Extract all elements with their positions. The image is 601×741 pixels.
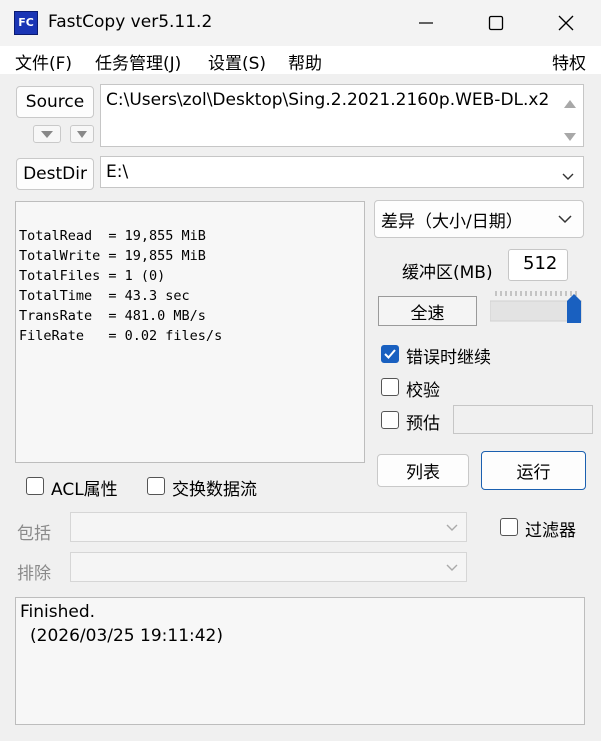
close-button[interactable] [531,0,601,46]
dest-path-text: E:\ [106,162,129,182]
source-button[interactable]: Source [16,86,94,118]
menu-file[interactable]: 文件(F) [15,49,72,74]
filter-checkbox[interactable] [500,518,518,536]
estimate-field [453,405,593,434]
window-title: FastCopy ver5.11.2 [48,12,213,32]
speed-slider-graphic [489,291,583,323]
streams-checkbox[interactable] [147,477,165,495]
log-line: TotalTime = 43.3 sec [19,288,190,304]
maximize-button[interactable] [461,0,531,46]
speed-slider-thumb[interactable] [567,294,581,323]
menu-bar: 文件(F) 任务管理(J) 设置(S) 帮助 特权 [0,46,601,74]
destdir-button[interactable]: DestDir [16,158,94,190]
status-line-2: (2026/03/25 19:11:42) [30,626,224,646]
status-line-1: Finished. [20,602,96,622]
scroll-down-icon[interactable] [563,127,577,147]
list-button[interactable]: 列表 [377,454,469,487]
acl-checkbox[interactable] [26,477,44,495]
triangle-down-icon [77,130,87,138]
menu-privilege[interactable]: 特权 [552,49,586,74]
log-text: TotalRead = 19,855 MiB TotalWrite = 19,85… [19,206,222,386]
include-label: 包括 [17,524,51,544]
continue-on-error-checkbox[interactable] [381,345,399,363]
menu-settings[interactable]: 设置(S) [208,49,266,74]
exclude-combo[interactable] [70,552,467,582]
continue-on-error-label: 错误时继续 [406,348,491,368]
copy-mode-value: 差异（大小/日期） [381,211,523,232]
source-history-button[interactable] [33,125,61,143]
log-line: TotalRead = 19,855 MiB [19,228,206,244]
acl-label: ACL属性 [51,480,118,500]
buffer-label: 缓冲区(MB) [402,263,493,283]
log-line: FileRate = 0.02 files/s [19,328,223,344]
log-line: TotalWrite = 19,855 MiB [19,248,206,264]
close-icon [558,15,574,31]
buffer-size-input[interactable]: 512 [508,249,568,281]
menu-jobs[interactable]: 任务管理(J) [95,49,181,74]
status-panel: Finished. (2026/03/25 19:11:42) [15,597,585,725]
exclude-label: 排除 [17,564,51,584]
menu-help[interactable]: 帮助 [288,49,322,74]
copy-mode-select[interactable]: 差异（大小/日期） [374,200,584,238]
chevron-down-icon [446,524,458,531]
log-panel: TotalRead = 19,855 MiB TotalWrite = 19,85… [15,201,365,463]
estimate-checkbox[interactable] [381,411,399,429]
chevron-down-icon [446,564,458,571]
maximize-icon [488,15,504,31]
include-combo[interactable] [70,512,467,542]
source-path-field[interactable]: C:\Users\zol\Desktop\Sing.2.2021.2160p.W… [100,84,584,147]
log-line: TotalFiles = 1 (0) [19,268,166,284]
fastcopy-app-icon: FC [14,11,38,35]
speed-label: 全速 [378,296,477,326]
dest-path-combo[interactable]: E:\ [100,156,584,188]
title-bar: FC FastCopy ver5.11.2 [0,0,601,46]
speed-slider[interactable] [489,287,583,327]
checkmark-icon [384,349,396,359]
filter-label: 过滤器 [525,521,576,541]
streams-label: 交换数据流 [172,480,257,500]
verify-checkbox[interactable] [381,378,399,396]
chevron-down-icon [558,215,572,224]
minimize-button[interactable] [391,0,461,46]
log-line: TransRate = 481.0 MB/s [19,308,206,324]
verify-label: 校验 [406,381,440,401]
minimize-icon [419,22,433,24]
chevron-down-icon [561,167,575,187]
run-button[interactable]: 运行 [481,451,586,490]
scroll-up-icon[interactable] [563,94,577,114]
triangle-down-icon [41,130,53,138]
source-dropdown-button[interactable] [70,125,94,143]
estimate-label: 预估 [406,414,440,434]
source-path-text: C:\Users\zol\Desktop\Sing.2.2021.2160p.W… [106,90,550,110]
